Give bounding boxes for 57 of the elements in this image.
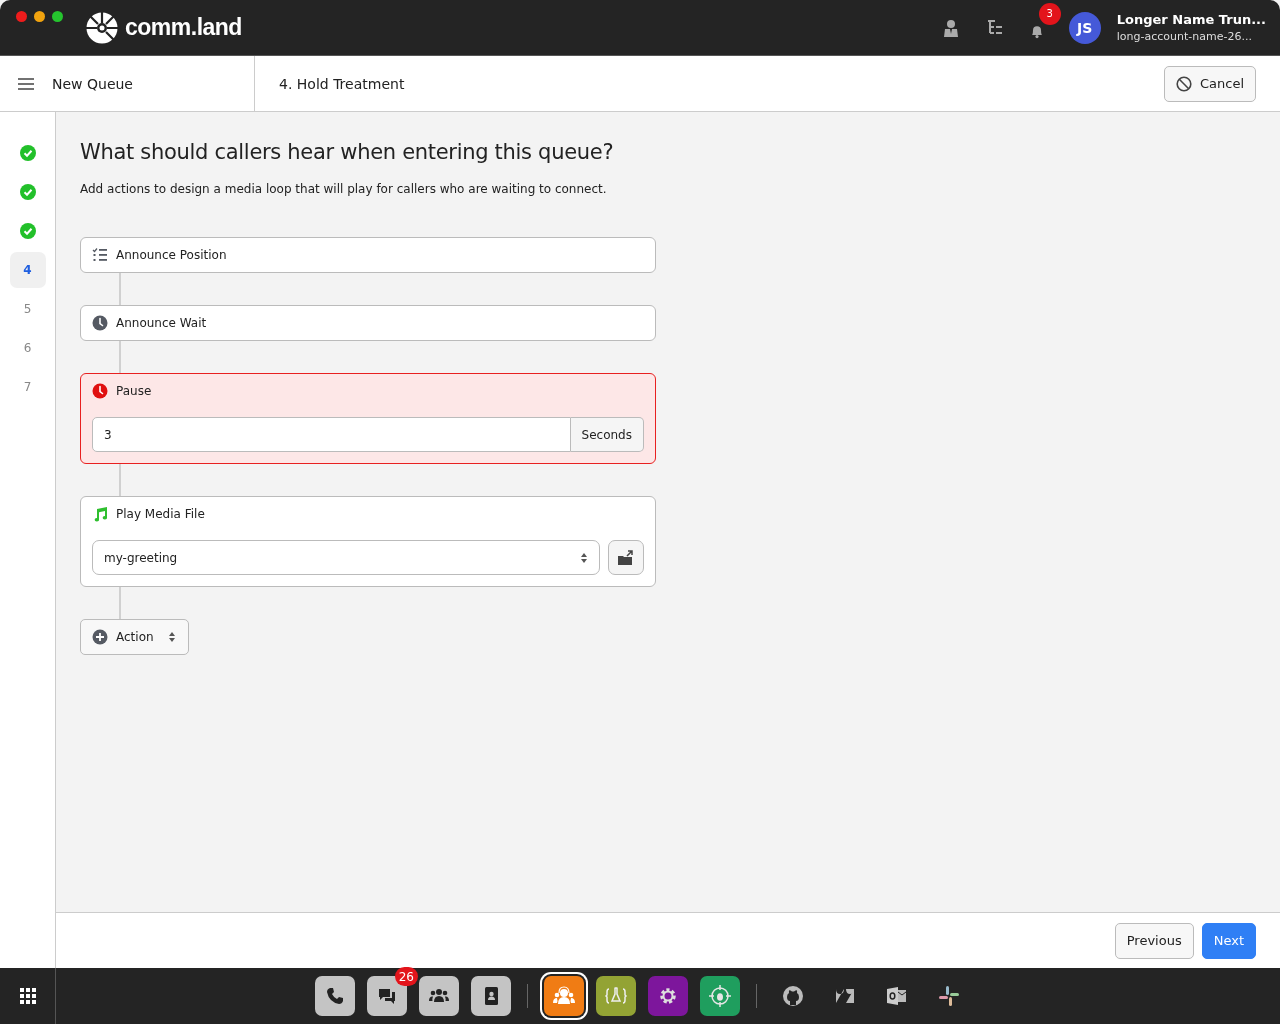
music-note-icon bbox=[92, 506, 108, 522]
logo-text: comm.land bbox=[125, 14, 242, 41]
app-launcher-button[interactable] bbox=[648, 976, 688, 1016]
action-card[interactable]: Announce Wait bbox=[80, 305, 656, 341]
action-label: Announce Wait bbox=[116, 316, 207, 330]
step-number[interactable]: 4 bbox=[9, 252, 46, 288]
step-number[interactable]: 5 bbox=[9, 291, 46, 327]
step-number[interactable]: 6 bbox=[9, 330, 46, 366]
action-card[interactable]: Announce Position bbox=[80, 237, 656, 273]
media-file-select[interactable]: my-greeting bbox=[92, 540, 600, 575]
action-label: Play Media File bbox=[116, 507, 205, 521]
action-card[interactable]: Play Media File my-greeting bbox=[80, 496, 656, 587]
app-launcher-button[interactable] bbox=[419, 976, 459, 1016]
hash-logo-icon bbox=[937, 984, 961, 1008]
menu-icon[interactable] bbox=[18, 77, 34, 90]
step-title: 4. Hold Treatment bbox=[278, 75, 406, 92]
plus-circle-icon bbox=[92, 629, 108, 645]
app-launcher-button[interactable] bbox=[471, 976, 511, 1016]
account-name: long-account-name-26... bbox=[1116, 30, 1253, 43]
page-description: Add actions to design a media loop that will play for callers who are waiting to connect. bbox=[80, 182, 608, 196]
minimize-window-button[interactable] bbox=[34, 11, 45, 22]
prohibited-icon bbox=[1175, 75, 1192, 92]
add-action-button[interactable]: Action bbox=[80, 619, 189, 655]
user-avatar[interactable]: JS bbox=[1068, 11, 1101, 44]
logo-icon bbox=[85, 10, 119, 45]
app-launcher-button[interactable] bbox=[315, 976, 355, 1016]
action-label: Pause bbox=[116, 384, 152, 398]
bug-target-icon bbox=[708, 984, 732, 1008]
duration-input[interactable]: 3 bbox=[92, 417, 571, 452]
sort-caret-icon bbox=[580, 551, 588, 564]
next-button[interactable]: Next bbox=[1201, 922, 1256, 959]
app-launcher-button[interactable] bbox=[700, 976, 740, 1016]
cat-logo-icon bbox=[781, 984, 805, 1008]
clock-icon bbox=[92, 383, 108, 399]
folder-icon bbox=[617, 549, 635, 566]
step-number[interactable]: 7 bbox=[9, 369, 46, 405]
mail-logo-icon bbox=[885, 984, 909, 1008]
previous-button[interactable]: Previous bbox=[1114, 922, 1194, 959]
unit-label: Seconds bbox=[570, 417, 644, 452]
browse-button[interactable] bbox=[608, 540, 644, 575]
clock-icon bbox=[92, 315, 108, 331]
app-launcher-button[interactable] bbox=[596, 976, 636, 1016]
notification-badge: 3 bbox=[1038, 2, 1061, 25]
sort-caret-icon bbox=[167, 631, 176, 643]
action-label: Announce Position bbox=[116, 248, 227, 262]
check-circle-icon[interactable] bbox=[19, 145, 36, 161]
page-title: New Queue bbox=[52, 75, 133, 92]
app-grid-icon[interactable] bbox=[19, 988, 36, 1004]
checklist-icon bbox=[92, 247, 108, 263]
action-card[interactable]: Pause 3 Seconds bbox=[80, 373, 656, 464]
close-window-button[interactable] bbox=[16, 11, 27, 22]
check-circle-icon[interactable] bbox=[19, 223, 36, 239]
check-circle-icon[interactable] bbox=[19, 184, 36, 200]
user-name: Longer Name Trun... bbox=[1116, 12, 1266, 27]
page-heading: What should callers hear when entering this queue? bbox=[80, 140, 615, 164]
cancel-button[interactable]: Cancel bbox=[1163, 65, 1256, 102]
maximize-window-button[interactable] bbox=[52, 11, 63, 22]
